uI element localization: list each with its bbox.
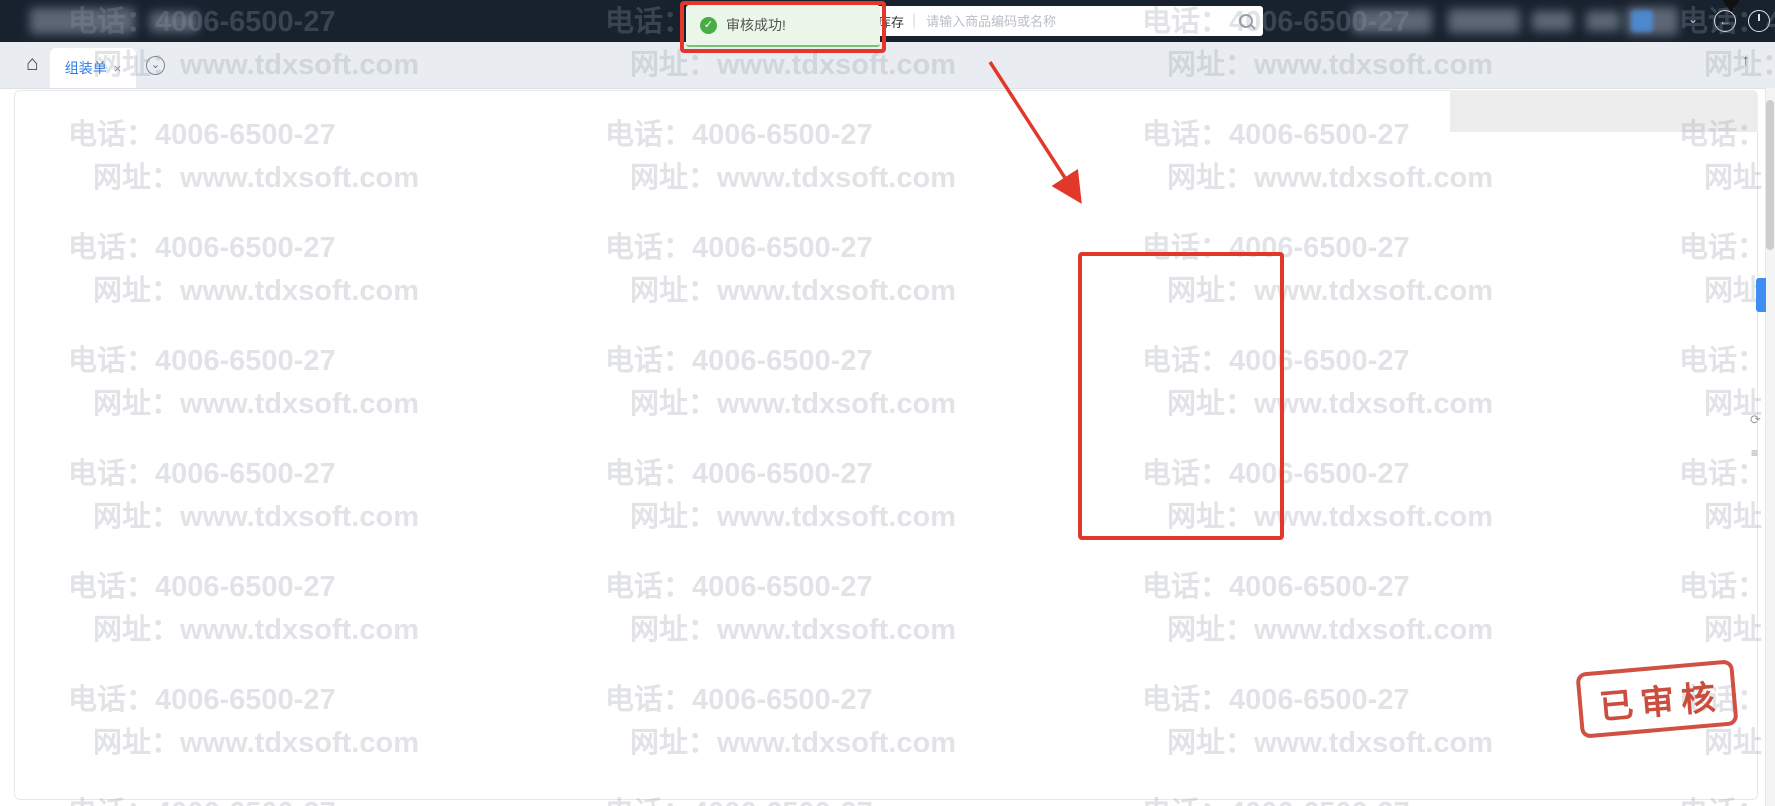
doc-panel-icon[interactable]: ≡ <box>1751 446 1758 460</box>
tab-list-chevron-icon[interactable]: ⌄ <box>146 56 165 75</box>
success-toast: ✓ 审核成功! <box>686 5 880 47</box>
app-logo <box>30 8 135 34</box>
nav-avatar-icon <box>1631 10 1653 32</box>
tab-assembly-order[interactable]: 组装单 × <box>50 48 136 88</box>
watermark-tile: 电话：4006-6500-27网址：www.tdxsoft.com <box>68 799 419 806</box>
power-icon[interactable] <box>1748 10 1770 32</box>
watermark-tile: 电话：4006-6500-27网址：www.tdxsoft.com <box>1679 799 1775 806</box>
collapse-up-icon[interactable]: ↑ <box>1742 52 1750 69</box>
search-icon[interactable] <box>1239 14 1253 28</box>
nav-blurred-item <box>1532 11 1572 31</box>
app-logo-sub <box>150 12 198 32</box>
watermark-tile: 电话：4006-6500-27网址：www.tdxsoft.com <box>605 799 956 806</box>
tab-bar: ⌂ 组装单 × ⌄ ↑ <box>0 42 1775 89</box>
search-divider: | <box>912 12 916 30</box>
power-glyph <box>1758 14 1760 21</box>
top-navbar: 搜库存 | ⌄ ← <box>0 0 1775 42</box>
tab-label: 组装单 <box>65 58 107 78</box>
document-card <box>14 90 1758 800</box>
nav-blurred-item <box>1586 11 1620 31</box>
refresh-icon[interactable]: ⟳ <box>1750 412 1761 428</box>
scrollbar-thumb[interactable] <box>1766 100 1774 250</box>
audited-stamp: 已审核 <box>1575 659 1738 739</box>
watermark-tile: 电话：4006-6500-27网址：www.tdxsoft.com <box>1142 799 1493 806</box>
toolbar-panel <box>1450 90 1758 132</box>
success-check-icon: ✓ <box>700 17 717 34</box>
side-quick-tab[interactable] <box>1756 278 1766 312</box>
back-icon[interactable]: ← <box>1714 10 1736 32</box>
search-input[interactable] <box>924 13 1239 30</box>
user-menu-chevron-icon[interactable]: ⌄ <box>1688 12 1698 26</box>
toast-message: 审核成功! <box>726 15 786 35</box>
home-icon[interactable]: ⌂ <box>26 52 39 76</box>
tab-close-icon[interactable]: × <box>114 61 122 76</box>
app-screen: 搜库存 | ⌄ ← ⌂ 组装单 × ⌄ ↑ 新增 复制为 ▾ 打印 ▾ 反审核 <box>0 0 1775 806</box>
inventory-search-bar[interactable]: 搜库存 | <box>855 6 1263 36</box>
nav-blurred-item <box>1448 9 1520 33</box>
cursor-wedge <box>1722 0 1740 12</box>
nav-blurred-item <box>1352 9 1432 33</box>
